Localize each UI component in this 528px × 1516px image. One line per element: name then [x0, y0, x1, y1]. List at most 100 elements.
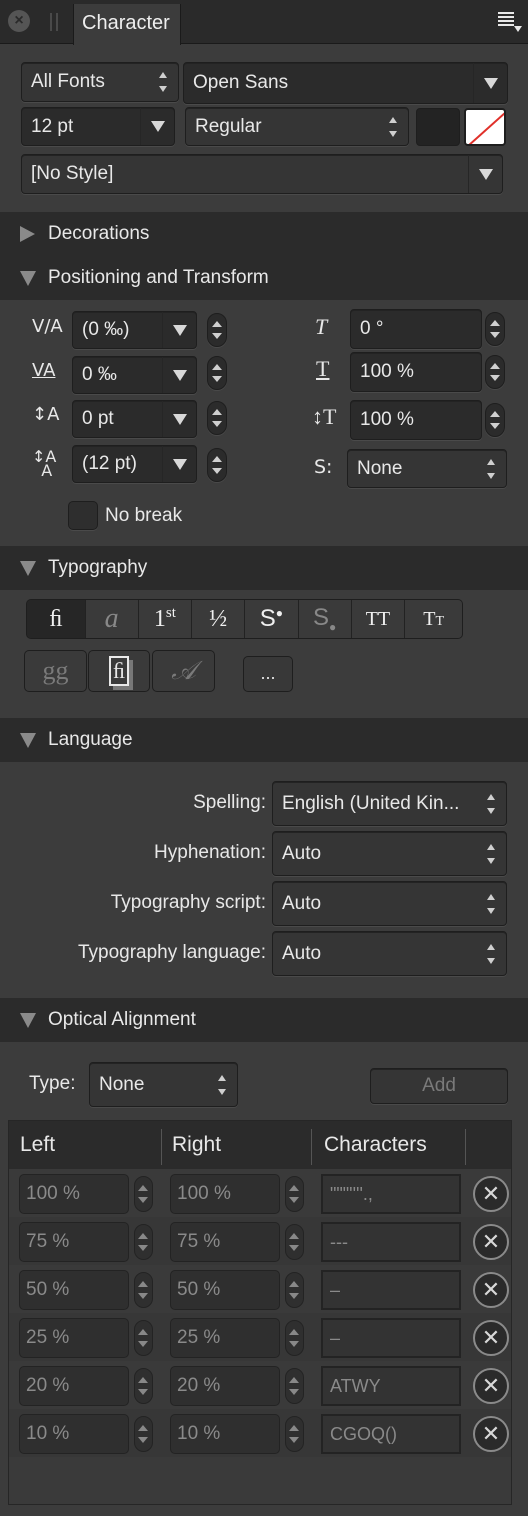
right-value: 50 %	[177, 1279, 221, 1300]
column-header-characters[interactable]: Characters	[324, 1133, 427, 1157]
standard-ligatures-button[interactable]: ﬁ	[27, 600, 86, 638]
tracking-stepper[interactable]	[207, 356, 227, 390]
kerning-combo[interactable]: (0 ‰)	[72, 311, 197, 349]
section-optical-alignment[interactable]: Optical Alignment	[0, 998, 528, 1042]
left-value-field[interactable]: 20 %	[19, 1366, 129, 1406]
section-language[interactable]: Language	[0, 718, 528, 762]
baseline-shift-dropdown[interactable]	[162, 401, 196, 437]
left-value-field[interactable]: 75 %	[19, 1222, 129, 1262]
right-value-field[interactable]: 10 %	[170, 1414, 280, 1454]
right-value-field[interactable]: 50 %	[170, 1270, 280, 1310]
updown-icon	[486, 458, 496, 479]
tracking-combo[interactable]: 0 ‰	[72, 356, 197, 394]
remove-row-button[interactable]: ✕	[473, 1416, 509, 1452]
baseline-shift-stepper[interactable]	[207, 401, 227, 435]
superscript-button[interactable]: S●	[245, 600, 299, 638]
right-value-stepper[interactable]	[285, 1176, 304, 1212]
ordinals-button[interactable]: 1st	[138, 600, 193, 638]
characters-field[interactable]: –	[321, 1270, 461, 1310]
section-decorations[interactable]: Decorations	[0, 212, 528, 256]
font-collection-select[interactable]: All Fonts	[21, 62, 179, 102]
no-break-checkbox[interactable]	[68, 501, 98, 530]
font-size-combo[interactable]: 12 pt	[21, 107, 175, 146]
leading-stepper[interactable]	[207, 448, 227, 482]
leading-dropdown[interactable]	[162, 446, 196, 482]
small-caps-button[interactable]: TT	[405, 600, 462, 638]
left-value-field[interactable]: 50 %	[19, 1270, 129, 1310]
left-value-field[interactable]: 100 %	[19, 1174, 129, 1214]
kerning-dropdown[interactable]	[162, 312, 196, 348]
right-value-stepper[interactable]	[285, 1272, 304, 1308]
right-value-field[interactable]: 100 %	[170, 1174, 280, 1214]
section-positioning[interactable]: Positioning and Transform	[0, 256, 528, 300]
tab-character[interactable]: Character	[73, 4, 181, 45]
characters-field[interactable]: ---	[321, 1222, 461, 1262]
grip-icon[interactable]	[50, 13, 58, 31]
baseline-shift-combo[interactable]: 0 pt	[72, 400, 197, 438]
vertical-scale-field[interactable]: 100 %	[350, 400, 482, 440]
right-value-stepper[interactable]	[285, 1320, 304, 1356]
paragraph-style-combo[interactable]: [No Style]	[21, 154, 503, 194]
right-value-field[interactable]: 25 %	[170, 1318, 280, 1358]
close-circle-icon[interactable]: ×	[8, 10, 30, 32]
right-value-stepper[interactable]	[285, 1416, 304, 1452]
contextual-alternates-button[interactable]: 𝒜	[152, 650, 215, 692]
script-select[interactable]: None	[347, 449, 507, 488]
all-caps-button[interactable]: TT	[351, 600, 406, 638]
font-size-dropdown[interactable]	[140, 108, 174, 145]
right-value-stepper[interactable]	[285, 1224, 304, 1260]
left-value-stepper[interactable]	[134, 1368, 153, 1404]
right-value-field[interactable]: 75 %	[170, 1222, 280, 1262]
add-button[interactable]: Add	[370, 1068, 508, 1104]
left-value-field[interactable]: 25 %	[19, 1318, 129, 1358]
optical-type-select[interactable]: None	[89, 1062, 238, 1107]
tracking-dropdown[interactable]	[162, 357, 196, 393]
swash-button[interactable]: a	[85, 600, 139, 638]
stroke-color-swatch[interactable]	[464, 108, 506, 146]
stylistic-alternates-button[interactable]: gg	[24, 650, 87, 692]
disclosure-right-icon	[20, 226, 35, 242]
characters-field[interactable]: """''''.,	[321, 1174, 461, 1214]
fill-color-swatch[interactable]	[416, 108, 460, 146]
left-value-stepper[interactable]	[134, 1320, 153, 1356]
close-icon: ✕	[481, 1421, 501, 1446]
remove-row-button[interactable]: ✕	[473, 1176, 509, 1212]
right-value-field[interactable]: 20 %	[170, 1366, 280, 1406]
spelling-select[interactable]: English (United Kin...	[272, 781, 507, 826]
hyphenation-select[interactable]: Auto	[272, 831, 507, 876]
characters-field[interactable]: CGOQ()	[321, 1414, 461, 1454]
vertical-scale-stepper[interactable]	[485, 403, 505, 437]
left-value-stepper[interactable]	[134, 1272, 153, 1308]
column-header-right[interactable]: Right	[172, 1133, 221, 1157]
font-style-select[interactable]: Regular	[185, 107, 409, 146]
font-family-combo[interactable]: Open Sans	[183, 62, 508, 104]
column-header-left[interactable]: Left	[20, 1133, 55, 1157]
left-value-field[interactable]: 10 %	[19, 1414, 129, 1454]
discretionary-ligatures-button[interactable]: ﬁ	[88, 650, 150, 692]
panel-menu-icon[interactable]	[498, 12, 522, 34]
remove-row-button[interactable]: ✕	[473, 1272, 509, 1308]
horizontal-scale-field[interactable]: 100 %	[350, 352, 482, 392]
kerning-stepper[interactable]	[207, 313, 227, 347]
left-value-stepper[interactable]	[134, 1176, 153, 1212]
shear-stepper[interactable]	[485, 312, 505, 346]
fractions-button[interactable]: ½	[192, 600, 246, 638]
subscript-button[interactable]: S●	[298, 600, 352, 638]
left-value-stepper[interactable]	[134, 1224, 153, 1260]
typography-script-select[interactable]: Auto	[272, 881, 507, 926]
section-typography[interactable]: Typography	[0, 546, 528, 590]
remove-row-button[interactable]: ✕	[473, 1368, 509, 1404]
characters-field[interactable]: ATWY	[321, 1366, 461, 1406]
more-options-button[interactable]: ...	[243, 656, 293, 692]
characters-field[interactable]: –	[321, 1318, 461, 1358]
font-family-dropdown[interactable]	[473, 63, 507, 103]
left-value-stepper[interactable]	[134, 1416, 153, 1452]
horizontal-scale-stepper[interactable]	[485, 355, 505, 389]
shear-field[interactable]: 0 °	[350, 309, 482, 349]
typography-language-select[interactable]: Auto	[272, 931, 507, 976]
paragraph-style-dropdown[interactable]	[468, 155, 502, 193]
right-value-stepper[interactable]	[285, 1368, 304, 1404]
remove-row-button[interactable]: ✕	[473, 1224, 509, 1260]
leading-combo[interactable]: (12 pt)	[72, 445, 197, 483]
remove-row-button[interactable]: ✕	[473, 1320, 509, 1356]
